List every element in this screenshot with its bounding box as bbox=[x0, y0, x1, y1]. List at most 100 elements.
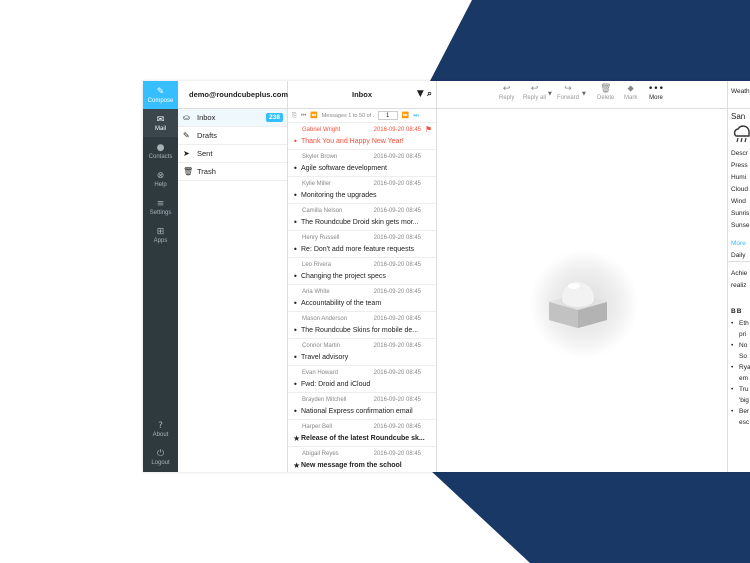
compose-button[interactable]: ✎ Compose bbox=[143, 81, 178, 109]
nav-settings[interactable]: ≡ Settings bbox=[143, 193, 178, 221]
folder-trash[interactable]: 🗑 Trash bbox=[178, 163, 287, 181]
message-sender: Mason Anderson bbox=[302, 316, 348, 322]
news-item-label: 'big bbox=[739, 397, 749, 404]
message-row[interactable]: Harper Bell 2016-09-20 08:45 ★ Release of t… bbox=[288, 420, 436, 447]
message-row[interactable]: Henry Russell 2016-09-20 08:45 • Re: Don't … bbox=[288, 231, 436, 258]
reply-button[interactable]: ↩ Reply bbox=[499, 84, 514, 101]
mark-button[interactable]: ⬥ Mark bbox=[624, 84, 637, 101]
ellipsis-icon: ••• bbox=[648, 84, 664, 94]
status-dot-icon[interactable]: • bbox=[293, 191, 301, 200]
message-sender: Kylie Miller bbox=[302, 181, 332, 187]
message-meta: Kylie Miller 2016-09-20 08:45 bbox=[293, 179, 431, 189]
message-row[interactable]: Leo Rivera 2016-09-20 08:45 • Changing the … bbox=[288, 258, 436, 285]
reply-all-button[interactable]: ↩ Reply all bbox=[523, 84, 546, 101]
weather-detail-label: Wind bbox=[731, 198, 746, 205]
help-circle-icon: ⊗ bbox=[156, 170, 165, 181]
status-dot-icon[interactable]: • bbox=[293, 218, 301, 227]
unread-count-badge: 238 bbox=[266, 113, 283, 122]
news-item-label: No bbox=[739, 342, 748, 349]
weather-detail-label: Descr bbox=[731, 150, 748, 157]
message-row[interactable]: Kylie Miller 2016-09-20 08:45 • Monitoring … bbox=[288, 177, 436, 204]
tag-icon: ⬥ bbox=[627, 84, 634, 94]
nav-about[interactable]: ? About bbox=[143, 415, 178, 443]
pager: ⎘ ⏮ ⏪ Messages 1 to 50 of ... 1 ⏩ ⏭ bbox=[288, 109, 436, 123]
status-dot-icon[interactable]: • bbox=[293, 353, 301, 362]
message-row[interactable]: Skyler Brown 2016-09-20 08:45 • Agile softw… bbox=[288, 150, 436, 177]
trash-icon: 🗑 bbox=[183, 167, 194, 176]
message-row[interactable]: Mason Anderson 2016-09-20 08:45 • The Round… bbox=[288, 312, 436, 339]
status-dot-icon[interactable]: • bbox=[293, 380, 301, 389]
paper-plane-icon: ➤ bbox=[183, 149, 190, 158]
trash-icon: 🗑 bbox=[599, 84, 612, 94]
first-page-icon[interactable]: ⏮ bbox=[301, 112, 306, 120]
news-item-text[interactable]: • Tru bbox=[728, 384, 750, 395]
status-dot-icon[interactable]: • bbox=[293, 272, 301, 281]
nav-mail-label: Mail bbox=[154, 125, 166, 132]
question-icon: ? bbox=[158, 420, 163, 431]
status-dot-icon[interactable]: • bbox=[293, 245, 301, 254]
news-item-text[interactable]: em bbox=[728, 373, 750, 384]
news-item-text[interactable]: • No bbox=[728, 340, 750, 351]
message-row[interactable]: Gabriel Wright 2016-09-20 08:45 • Thank You… bbox=[288, 123, 436, 150]
message-meta: Evan Howard 2016-09-20 08:45 bbox=[293, 368, 431, 378]
news-item-text[interactable]: 'big bbox=[728, 395, 750, 406]
select-all-icon[interactable]: ⎘ bbox=[292, 112, 297, 120]
message-row[interactable]: Abigail Reyes 2016-09-20 08:45 ★ New messag… bbox=[288, 447, 436, 472]
news-item-text[interactable]: • Ber bbox=[728, 406, 750, 417]
news-item-label: Tru bbox=[739, 386, 749, 393]
weather-detail-label: Humi bbox=[731, 174, 747, 181]
news-item-text[interactable]: esc bbox=[728, 417, 750, 428]
reply-all-label: Reply all bbox=[523, 95, 547, 101]
message-subject: Agile software development bbox=[301, 164, 387, 172]
reply-all-caret-icon[interactable]: ▼ bbox=[548, 91, 552, 97]
folder-label: Sent bbox=[197, 149, 213, 158]
pager-text: Messages 1 to 50 of ... bbox=[321, 112, 374, 119]
nav-logout[interactable]: ⏻ Logout bbox=[143, 443, 178, 471]
page-number-input[interactable]: 1 bbox=[377, 111, 398, 120]
forward-caret-icon[interactable]: ▼ bbox=[582, 91, 586, 97]
message-row[interactable]: Brayden Mitchell 2016-09-20 08:45 • Nationa… bbox=[288, 393, 436, 420]
message-sender: Henry Russell bbox=[302, 235, 340, 241]
folder-drafts[interactable]: ✎ Drafts bbox=[178, 127, 287, 145]
reply-label: Reply bbox=[499, 95, 515, 101]
message-row[interactable]: Camilla Nelson 2016-09-20 08:45 • The Round… bbox=[288, 204, 436, 231]
status-dot-icon[interactable]: • bbox=[293, 164, 301, 173]
weather-more-link[interactable]: More bbox=[728, 238, 750, 250]
status-dot-icon[interactable]: • bbox=[293, 326, 301, 335]
prev-page-icon[interactable]: ⏪ bbox=[310, 112, 317, 119]
news-item-label: Eth bbox=[739, 320, 749, 327]
status-dot-icon[interactable]: • bbox=[293, 299, 301, 308]
star-icon[interactable]: ★ bbox=[293, 434, 301, 443]
folder-sent[interactable]: ➤ Sent bbox=[178, 145, 287, 163]
search-icon[interactable]: ⌕ bbox=[427, 89, 432, 99]
status-dot-icon[interactable]: • bbox=[293, 137, 301, 146]
message-date: 2016-09-20 08:45 bbox=[373, 451, 421, 457]
nav-help[interactable]: ⊗ Help bbox=[143, 165, 178, 193]
flag-icon[interactable]: ⚑ bbox=[425, 125, 432, 134]
delete-button[interactable]: 🗑 Delete bbox=[597, 84, 614, 101]
forward-button[interactable]: ↪ Forward bbox=[557, 84, 579, 101]
news-item-text[interactable]: pri bbox=[728, 329, 750, 340]
message-row[interactable]: Evan Howard 2016-09-20 08:45 • Fwd: Droid a… bbox=[288, 366, 436, 393]
nav-apps[interactable]: ⊞ Apps bbox=[143, 221, 178, 249]
message-sender: Harper Bell bbox=[302, 424, 333, 430]
folder-inbox[interactable]: ⛀ Inbox 238 bbox=[178, 109, 287, 127]
filter-icon[interactable]: ▼ bbox=[417, 89, 424, 99]
more-button[interactable]: ••• More bbox=[648, 84, 664, 101]
news-item-text[interactable]: So bbox=[728, 351, 750, 362]
message-subject-row: ★ New message from the school bbox=[293, 459, 431, 471]
last-page-icon[interactable]: ⏭ bbox=[413, 112, 418, 120]
message-row[interactable]: Aria White 2016-09-20 08:45 • Accountabilit… bbox=[288, 285, 436, 312]
message-row[interactable]: Connor Martin 2016-09-20 08:45 • Travel adv… bbox=[288, 339, 436, 366]
news-item-text[interactable]: • Eth bbox=[728, 318, 750, 329]
star-icon[interactable]: ★ bbox=[293, 461, 301, 470]
news-item-text[interactable]: • Rya bbox=[728, 362, 750, 373]
weather-detail-label: Sunris bbox=[731, 210, 750, 217]
roundcube-logo bbox=[549, 282, 607, 328]
status-dot-icon[interactable]: • bbox=[293, 407, 301, 416]
nav-mail[interactable]: ✉ Mail bbox=[143, 109, 178, 137]
nav-contacts[interactable]: ● Contacts bbox=[143, 137, 178, 165]
next-page-icon[interactable]: ⏩ bbox=[402, 112, 409, 119]
message-date: 2016-09-20 08:45 bbox=[373, 235, 421, 241]
pencil-icon: ✎ bbox=[183, 131, 190, 140]
